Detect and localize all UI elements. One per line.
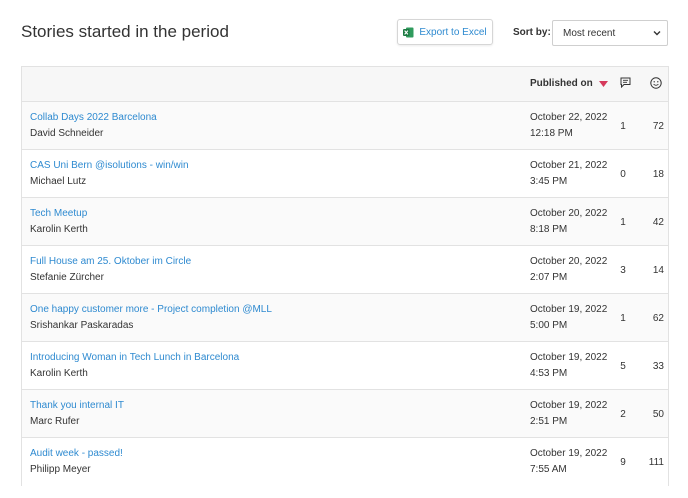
published-date: October 20, 2022 [530,208,608,219]
reaction-count: 111 [648,457,664,468]
story-author: Philipp Meyer [30,464,91,475]
published-time: 8:18 PM [530,224,568,235]
comment-count: 3 [620,265,626,276]
reaction-count: 42 [652,217,664,228]
story-title-link[interactable]: Collab Days 2022 Barcelona [30,112,157,123]
column-published-label: Published on [530,78,593,89]
story-author: Karolin Kerth [30,224,88,235]
story-author: Srishankar Paskaradas [30,320,134,331]
story-author: Stefanie Zürcher [30,272,104,283]
table-header: Published on [22,67,668,102]
sort-by-select[interactable]: Most recent [552,20,668,46]
published-time: 4:53 PM [530,368,568,379]
comment-count: 5 [620,361,626,372]
comment-count: 2 [620,409,626,420]
published-time: 12:18 PM [530,128,573,139]
table-row: One happy customer more - Project comple… [22,294,668,342]
story-author: Marc Rufer [30,416,80,427]
published-date: October 19, 2022 [530,304,608,315]
export-to-excel-button[interactable]: Export to Excel [397,19,493,45]
stories-table: Published on Collab Days 2022 Barcelona D… [21,66,669,486]
story-title-link[interactable]: Thank you internal IT [30,400,124,411]
story-author: Karolin Kerth [30,368,88,379]
story-author: David Schneider [30,128,104,139]
table-body: Collab Days 2022 Barcelona David Schneide… [22,102,668,486]
reaction-count: 18 [652,169,664,180]
table-row: Full House am 25. Oktober im Circle Stefa… [22,246,668,294]
sort-desc-arrow-icon [598,80,608,87]
page-title: Stories started in the period [21,22,229,41]
table-row: Introducing Woman in Tech Lunch in Barce… [22,342,668,390]
reaction-count: 50 [652,409,664,420]
comment-icon[interactable] [620,77,631,88]
published-date: October 22, 2022 [530,112,608,123]
story-author: Michael Lutz [30,176,87,187]
story-title-link[interactable]: CAS Uni Bern @isolutions - win/win [30,160,189,171]
published-time: 5:00 PM [530,320,568,331]
export-button-label: Export to Excel [419,26,487,38]
comment-count: 1 [620,121,626,132]
published-date: October 21, 2022 [530,160,608,171]
table-row: Tech Meetup Karolin Kerth October 20, 2022… [22,198,668,246]
table-row: Collab Days 2022 Barcelona David Schneide… [22,102,668,150]
comment-count: 1 [620,313,626,324]
published-date: October 19, 2022 [530,352,608,363]
published-date: October 19, 2022 [530,448,608,459]
story-title-link[interactable]: Full House am 25. Oktober im Circle [30,256,191,267]
column-published-on[interactable]: Published on [530,78,608,89]
reaction-count: 72 [652,121,664,132]
published-time: 3:45 PM [530,176,568,187]
story-title-link[interactable]: Introducing Woman in Tech Lunch in Barce… [30,352,239,363]
smiley-icon[interactable] [650,77,662,89]
excel-icon [403,27,414,37]
sort-by-label: Sort by: [513,27,551,38]
story-title-link[interactable]: Tech Meetup [30,208,87,219]
chevron-down-icon [653,31,661,36]
table-row: Audit week - passed! Philipp Meyer October… [22,438,668,486]
sort-selected-value: Most recent [563,27,616,39]
published-time: 7:55 AM [530,464,567,475]
comment-count: 9 [620,457,626,468]
table-row: CAS Uni Bern @isolutions - win/win Michae… [22,150,668,198]
story-title-link[interactable]: One happy customer more - Project comple… [30,304,272,315]
published-date: October 20, 2022 [530,256,608,267]
table-row: Thank you internal IT Marc Rufer October 1… [22,390,668,438]
comment-count: 0 [620,169,626,180]
published-date: October 19, 2022 [530,400,608,411]
story-title-link[interactable]: Audit week - passed! [30,448,123,459]
reaction-count: 33 [652,361,664,372]
reaction-count: 14 [652,265,664,276]
published-time: 2:51 PM [530,416,568,427]
published-time: 2:07 PM [530,272,568,283]
reaction-count: 62 [652,313,664,324]
comment-count: 1 [620,217,626,228]
